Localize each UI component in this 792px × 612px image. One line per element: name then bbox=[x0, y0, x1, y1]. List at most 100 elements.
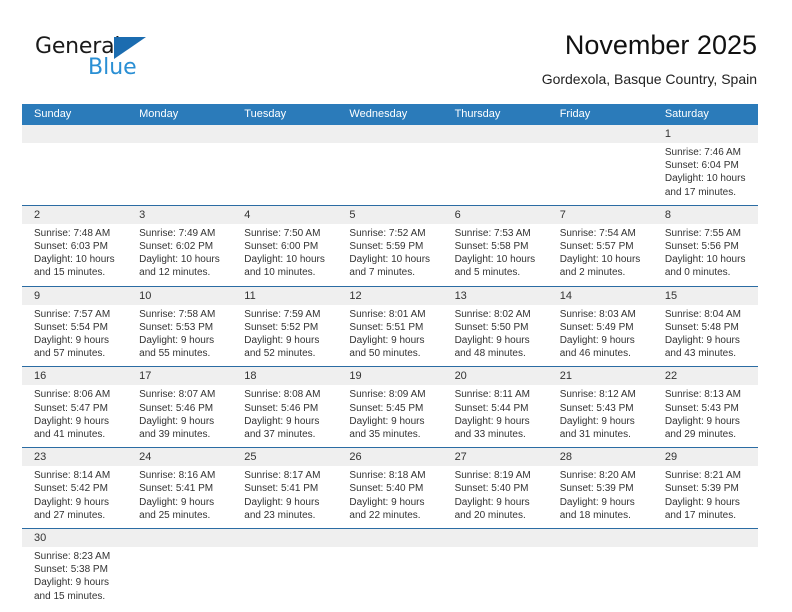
day-info-line: and 7 minutes. bbox=[349, 267, 416, 279]
day-cell-15[interactable]: Sunrise: 8:04 AM Sunset: 5:48 PM Daylight:… bbox=[653, 305, 758, 367]
day-number-30[interactable]: 30 bbox=[22, 529, 127, 547]
day-number-14[interactable]: 14 bbox=[548, 287, 653, 305]
day-info-line: Sunset: 5:43 PM bbox=[559, 402, 634, 414]
day-info-line: and 52 minutes. bbox=[244, 348, 316, 360]
day-number-5[interactable]: 5 bbox=[337, 206, 442, 224]
day-cell-29[interactable]: Sunrise: 8:21 AM Sunset: 5:39 PM Daylight:… bbox=[653, 466, 758, 528]
day-number-empty bbox=[127, 125, 232, 143]
day-cell-28[interactable]: Sunrise: 8:20 AM Sunset: 5:39 PM Daylight:… bbox=[548, 466, 653, 528]
day-number-25[interactable]: 25 bbox=[232, 448, 337, 466]
day-number-16[interactable]: 16 bbox=[22, 367, 127, 385]
day-number-2[interactable]: 2 bbox=[22, 206, 127, 224]
weekday-header-thursday: Thursday bbox=[454, 108, 501, 120]
day-number-9[interactable]: 9 bbox=[22, 287, 127, 305]
day-info-line: Sunset: 5:59 PM bbox=[349, 241, 424, 253]
day-number-4[interactable]: 4 bbox=[232, 206, 337, 224]
day-number-24[interactable]: 24 bbox=[127, 448, 232, 466]
day-info-line: and 27 minutes. bbox=[34, 509, 106, 521]
day-number-29[interactable]: 29 bbox=[653, 448, 758, 466]
day-number-empty bbox=[337, 529, 442, 547]
day-cell-17[interactable]: Sunrise: 8:07 AM Sunset: 5:46 PM Daylight:… bbox=[127, 385, 232, 447]
day-cell-12[interactable]: Sunrise: 8:01 AM Sunset: 5:51 PM Daylight:… bbox=[337, 305, 442, 367]
day-cell-5[interactable]: Sunrise: 7:52 AM Sunset: 5:59 PM Daylight:… bbox=[337, 224, 442, 286]
day-cell-30[interactable]: Sunrise: 8:23 AM Sunset: 5:38 PM Daylight:… bbox=[22, 547, 127, 609]
day-info-line: Sunrise: 8:03 AM bbox=[559, 308, 636, 320]
day-info-line: Sunset: 6:00 PM bbox=[244, 241, 319, 253]
day-number-28[interactable]: 28 bbox=[548, 448, 653, 466]
day-info-line: Sunset: 5:39 PM bbox=[664, 483, 739, 495]
day-number-23[interactable]: 23 bbox=[22, 448, 127, 466]
day-number-8[interactable]: 8 bbox=[653, 206, 758, 224]
day-cell-26[interactable]: Sunrise: 8:18 AM Sunset: 5:40 PM Daylight:… bbox=[337, 466, 442, 528]
day-info-line: Daylight: 9 hours bbox=[34, 335, 110, 347]
day-number-12[interactable]: 12 bbox=[337, 287, 442, 305]
day-info-line: Sunset: 5:38 PM bbox=[34, 564, 108, 576]
day-number-13[interactable]: 13 bbox=[443, 287, 548, 305]
calendar-week-row: 9 10 11 12 13 14 15 Sunrise: 7:57 AM Sunset: 5:5… bbox=[22, 285, 758, 367]
day-cell-1[interactable]: Sunrise: 7:46 AM Sunset: 6:04 PM Daylight:… bbox=[653, 143, 758, 205]
day-cell-10[interactable]: Sunrise: 7:58 AM Sunset: 5:53 PM Daylight:… bbox=[127, 305, 232, 367]
day-cell-empty bbox=[232, 143, 337, 205]
day-cell-4[interactable]: Sunrise: 7:50 AM Sunset: 6:00 PM Daylight:… bbox=[232, 224, 337, 286]
day-cell-11[interactable]: Sunrise: 7:59 AM Sunset: 5:52 PM Daylight:… bbox=[232, 305, 337, 367]
page-title: November 2025 bbox=[564, 30, 757, 60]
day-info-line: Daylight: 9 hours bbox=[34, 415, 110, 427]
day-cell-23[interactable]: Sunrise: 8:14 AM Sunset: 5:42 PM Daylight:… bbox=[22, 466, 127, 528]
week-date-band: 23 24 25 26 27 28 29 bbox=[22, 448, 758, 467]
day-cell-16[interactable]: Sunrise: 8:06 AM Sunset: 5:47 PM Daylight:… bbox=[22, 385, 127, 447]
day-number-6[interactable]: 6 bbox=[443, 206, 548, 224]
day-number-7[interactable]: 7 bbox=[548, 206, 653, 224]
day-cell-22[interactable]: Sunrise: 8:13 AM Sunset: 5:43 PM Daylight:… bbox=[653, 385, 758, 447]
day-info-line: Daylight: 9 hours bbox=[244, 415, 320, 427]
day-number-17[interactable]: 17 bbox=[127, 367, 232, 385]
day-cell-6[interactable]: Sunrise: 7:53 AM Sunset: 5:58 PM Daylight:… bbox=[443, 224, 548, 286]
day-cell-9[interactable]: Sunrise: 7:57 AM Sunset: 5:54 PM Daylight:… bbox=[22, 305, 127, 367]
day-info-line: and 55 minutes. bbox=[139, 348, 211, 360]
day-cell-empty bbox=[548, 143, 653, 205]
day-number-10[interactable]: 10 bbox=[127, 287, 232, 305]
calendar-weeks: 1 Sunrise: 7:46 AM Sunset: 6:04 PM Daylight… bbox=[22, 125, 758, 609]
day-cell-13[interactable]: Sunrise: 8:02 AM Sunset: 5:50 PM Daylight:… bbox=[443, 305, 548, 367]
day-number-19[interactable]: 19 bbox=[337, 367, 442, 385]
day-info-line: Daylight: 10 hours bbox=[139, 254, 220, 266]
day-number-22[interactable]: 22 bbox=[653, 367, 758, 385]
day-cell-21[interactable]: Sunrise: 8:12 AM Sunset: 5:43 PM Daylight:… bbox=[548, 385, 653, 447]
general-blue-logo[interactable]: General Blue bbox=[35, 36, 165, 88]
calendar-table: Sunday Monday Tuesday Wednesday Thursday Frid… bbox=[22, 104, 758, 609]
day-number-21[interactable]: 21 bbox=[548, 367, 653, 385]
day-info-line: Sunset: 5:44 PM bbox=[454, 402, 529, 414]
day-cell-27[interactable]: Sunrise: 8:19 AM Sunset: 5:40 PM Daylight:… bbox=[443, 466, 548, 528]
day-cell-7[interactable]: Sunrise: 7:54 AM Sunset: 5:57 PM Daylight:… bbox=[548, 224, 653, 286]
day-info-line: Sunset: 5:40 PM bbox=[454, 483, 529, 495]
day-cell-14[interactable]: Sunrise: 8:03 AM Sunset: 5:49 PM Daylight:… bbox=[548, 305, 653, 367]
day-cell-25[interactable]: Sunrise: 8:17 AM Sunset: 5:41 PM Daylight:… bbox=[232, 466, 337, 528]
day-number-18[interactable]: 18 bbox=[232, 367, 337, 385]
day-number-1[interactable]: 1 bbox=[653, 125, 758, 143]
day-number-15[interactable]: 15 bbox=[653, 287, 758, 305]
weekday-header-wednesday: Wednesday bbox=[349, 108, 408, 120]
day-info-line: and 18 minutes. bbox=[559, 509, 631, 521]
day-number-3[interactable]: 3 bbox=[127, 206, 232, 224]
day-info-line: Sunset: 5:42 PM bbox=[34, 483, 108, 495]
calendar-week-row: 30 Sunrise: 8:23 AM Sunset: 5:38 PM Dayligh… bbox=[22, 528, 758, 609]
day-info-line: Sunrise: 7:50 AM bbox=[244, 227, 321, 239]
day-number-27[interactable]: 27 bbox=[443, 448, 548, 466]
day-cell-2[interactable]: Sunrise: 7:48 AM Sunset: 6:03 PM Daylight:… bbox=[22, 224, 127, 286]
day-number-26[interactable]: 26 bbox=[337, 448, 442, 466]
day-cell-20[interactable]: Sunrise: 8:11 AM Sunset: 5:44 PM Daylight:… bbox=[443, 385, 548, 447]
day-number-11[interactable]: 11 bbox=[232, 287, 337, 305]
day-cell-empty bbox=[443, 143, 548, 205]
day-cell-3[interactable]: Sunrise: 7:49 AM Sunset: 6:02 PM Daylight:… bbox=[127, 224, 232, 286]
day-info-line: and 5 minutes. bbox=[454, 267, 521, 279]
day-cell-18[interactable]: Sunrise: 8:08 AM Sunset: 5:46 PM Daylight:… bbox=[232, 385, 337, 447]
day-number-20[interactable]: 20 bbox=[443, 367, 548, 385]
day-info-line: Daylight: 9 hours bbox=[559, 335, 635, 347]
day-cell-8[interactable]: Sunrise: 7:55 AM Sunset: 5:56 PM Daylight:… bbox=[653, 224, 758, 286]
calendar-week-row: 16 17 18 19 20 21 22 Sunrise: 8:06 AM Sunset: 5:… bbox=[22, 366, 758, 448]
week-detail-band: Sunrise: 7:46 AM Sunset: 6:04 PM Daylight:… bbox=[22, 143, 758, 205]
day-cell-24[interactable]: Sunrise: 8:16 AM Sunset: 5:41 PM Daylight:… bbox=[127, 466, 232, 528]
day-cell-empty bbox=[443, 547, 548, 609]
day-info-line: and 35 minutes. bbox=[349, 429, 421, 441]
day-cell-19[interactable]: Sunrise: 8:09 AM Sunset: 5:45 PM Daylight:… bbox=[337, 385, 442, 447]
day-info-line: and 29 minutes. bbox=[664, 429, 737, 441]
